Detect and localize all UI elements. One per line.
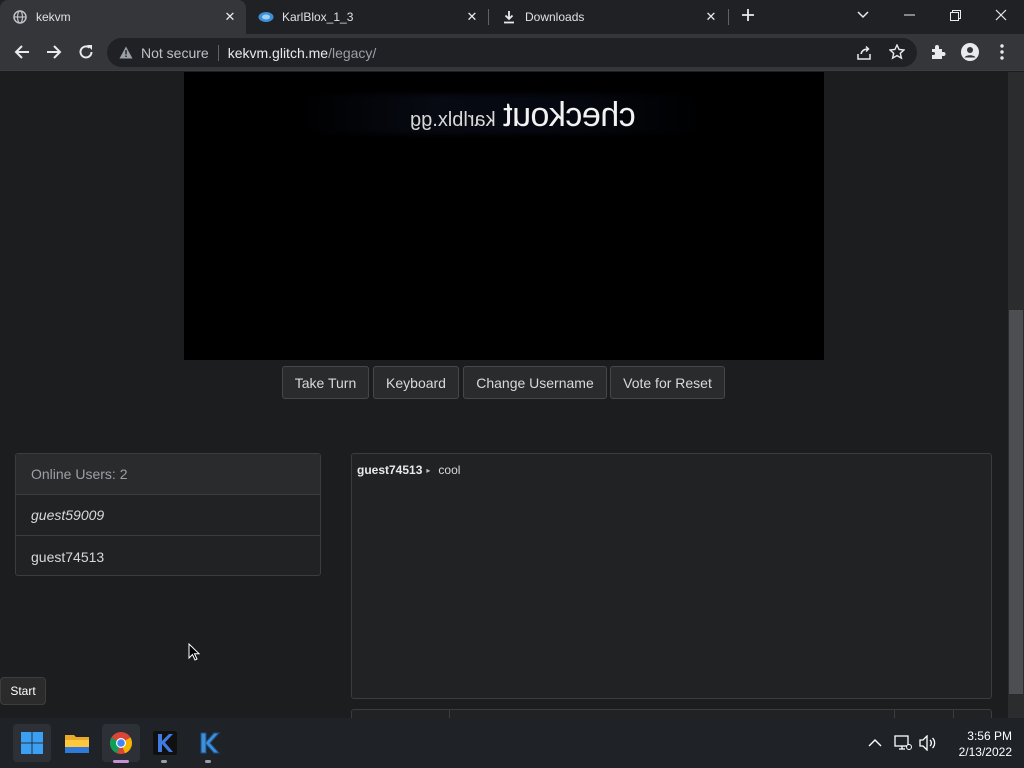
- browser-tab-bar: kekvm ✕ KarlBlox_1_3 ✕ Downloads ✕: [0, 0, 1024, 34]
- input-divider: [449, 710, 450, 718]
- warning-icon: [119, 46, 133, 59]
- plus-icon: [742, 9, 754, 21]
- omnibox-divider: [217, 44, 219, 61]
- url-path: /legacy/: [328, 44, 377, 61]
- address-bar[interactable]: Not secure kekvm.glitch.me /legacy/: [107, 38, 917, 67]
- globe-icon: [12, 9, 28, 25]
- download-icon: [501, 9, 517, 25]
- chat-message: guest74513 ▸ cool: [357, 463, 460, 477]
- tab-label: KarlBlox_1_3: [282, 10, 354, 24]
- scrollbar-thumb[interactable]: [1009, 310, 1023, 694]
- restore-button[interactable]: [932, 0, 978, 30]
- start-button[interactable]: [13, 724, 51, 762]
- forward-button[interactable]: [40, 38, 68, 66]
- start-tooltip: Start: [0, 677, 46, 705]
- change-username-button[interactable]: Change Username: [463, 366, 607, 399]
- arrow-left-icon: [14, 45, 29, 59]
- back-button[interactable]: [8, 38, 36, 66]
- tab-label: Downloads: [525, 10, 585, 24]
- tab-kekvm[interactable]: kekvm ✕: [0, 0, 246, 34]
- input-divider: [953, 710, 954, 718]
- extensions-button[interactable]: [924, 38, 952, 66]
- page-content: checkout karlblx.gg Take Turn Keyboard C…: [0, 72, 1008, 718]
- take-turn-button[interactable]: Take Turn: [282, 366, 369, 399]
- close-icon: [995, 9, 1007, 21]
- keyboard-button[interactable]: Keyboard: [373, 366, 459, 399]
- clock[interactable]: 3:56 PM 2/13/2022: [946, 728, 1012, 760]
- clock-date: 2/13/2022: [958, 745, 1012, 759]
- url-host: kekvm.glitch.me: [227, 44, 329, 61]
- restore-icon: [949, 9, 961, 21]
- online-users-panel: Online Users: 2 guest59009 guest74513: [15, 453, 321, 576]
- close-tab-icon[interactable]: ✕: [464, 9, 480, 25]
- taskbar: 3:56 PM 2/13/2022: [0, 718, 1024, 768]
- tab-downloads[interactable]: Downloads ✕: [489, 0, 727, 34]
- clock-time: 3:56 PM: [967, 729, 1012, 743]
- security-label: Not secure: [141, 44, 209, 61]
- close-tab-icon[interactable]: ✕: [703, 9, 719, 25]
- user-list-item[interactable]: guest59009: [16, 495, 320, 536]
- online-users-header: Online Users: 2: [16, 454, 320, 495]
- network-icon[interactable]: [894, 735, 912, 754]
- chrome-icon: [109, 732, 133, 754]
- menu-button[interactable]: [988, 38, 1016, 66]
- chat-arrow-icon: ▸: [426, 465, 431, 475]
- karlblox-editor-taskbar-button[interactable]: [190, 724, 228, 763]
- close-tab-icon[interactable]: ✕: [222, 9, 238, 25]
- browser-toolbar: Not secure kekvm.glitch.me /legacy/: [0, 34, 1024, 71]
- screen-banner-main: checkout: [503, 96, 636, 134]
- k-editor-icon: [200, 732, 221, 754]
- open-app-indicator: [205, 760, 211, 763]
- folder-icon: [65, 735, 89, 753]
- chat-username: guest74513: [357, 463, 423, 477]
- reload-icon: [79, 45, 93, 59]
- active-app-indicator: [113, 760, 129, 763]
- volume-icon[interactable]: [919, 734, 937, 754]
- mouse-cursor-icon: [188, 642, 201, 666]
- input-divider: [894, 710, 895, 718]
- chat-text: cool: [438, 463, 461, 477]
- file-explorer-button[interactable]: [58, 724, 96, 762]
- chrome-taskbar-button[interactable]: [102, 724, 140, 763]
- karlblox-taskbar-button[interactable]: [146, 724, 184, 763]
- chat-input-row: [351, 709, 992, 718]
- show-hidden-icons-button[interactable]: [868, 734, 882, 750]
- chevron-down-icon: [857, 11, 869, 19]
- puzzle-icon: [932, 45, 946, 59]
- tab-label: kekvm: [36, 10, 71, 24]
- vm-screen[interactable]: checkout karlblx.gg: [184, 72, 824, 360]
- chat-panel: guest74513 ▸ cool: [351, 453, 992, 699]
- profile-icon: [961, 43, 979, 61]
- arrow-right-icon: [47, 45, 62, 59]
- vote-reset-button[interactable]: Vote for Reset: [610, 366, 725, 399]
- screen-banner-sub: karlblx.gg: [410, 109, 496, 131]
- profile-button[interactable]: [956, 38, 984, 66]
- open-app-indicator: [161, 760, 167, 763]
- tab-karlblox[interactable]: KarlBlox_1_3 ✕: [246, 0, 488, 34]
- k-app-icon: [153, 731, 177, 755]
- share-icon[interactable]: [856, 45, 872, 64]
- karlblox-icon: [258, 9, 274, 25]
- minimize-icon: [903, 14, 915, 16]
- tab-search-button[interactable]: [840, 0, 886, 30]
- screen-banner: checkout karlblx.gg: [410, 96, 636, 135]
- user-list-item[interactable]: guest74513: [16, 536, 320, 577]
- close-window-button[interactable]: [978, 0, 1024, 30]
- minimize-button[interactable]: [886, 0, 932, 30]
- windows-icon: [21, 732, 43, 754]
- new-tab-button[interactable]: [725, 0, 771, 30]
- kebab-menu-icon: [1000, 44, 1004, 60]
- reload-button[interactable]: [72, 38, 100, 66]
- chevron-up-icon: [868, 739, 882, 747]
- bookmark-star-icon[interactable]: [888, 43, 906, 63]
